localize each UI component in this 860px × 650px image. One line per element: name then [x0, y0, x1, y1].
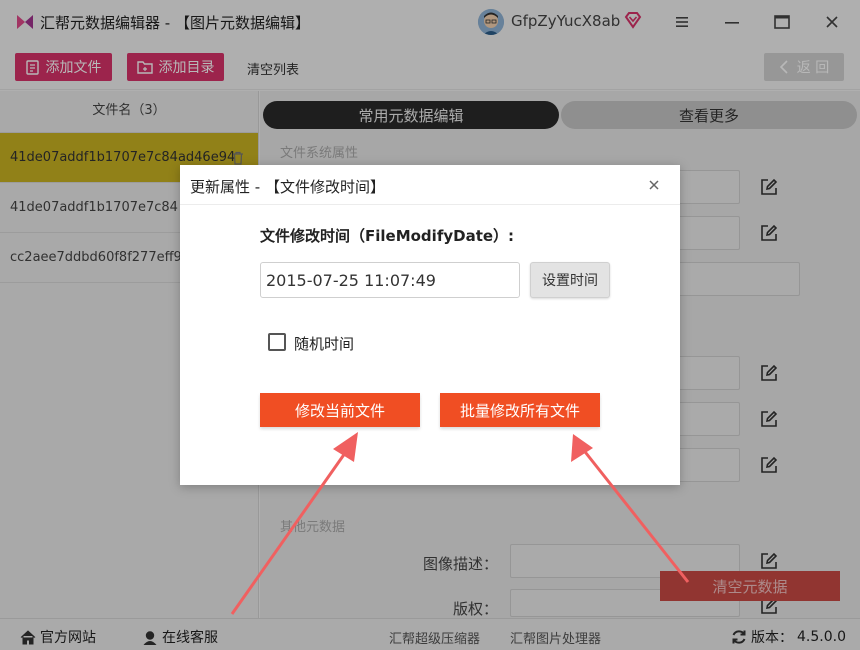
modify-time-input[interactable]	[260, 262, 520, 298]
set-time-button[interactable]: 设置时间	[530, 262, 610, 298]
file-modify-date-label: 文件修改时间（FileModifyDate）:	[260, 227, 515, 245]
close-icon[interactable]	[646, 177, 662, 193]
modify-current-file-button[interactable]: 修改当前文件	[260, 393, 420, 427]
random-time-label: 随机时间	[294, 335, 355, 353]
modify-all-files-button[interactable]: 批量修改所有文件	[440, 393, 600, 427]
update-property-dialog: 更新属性 - 【文件修改时间】 文件修改时间（FileModifyDate）: …	[180, 165, 680, 485]
dialog-header: 更新属性 - 【文件修改时间】	[180, 165, 680, 205]
random-time-checkbox[interactable]	[268, 333, 286, 351]
dialog-title: 更新属性 - 【文件修改时间】	[190, 178, 385, 196]
